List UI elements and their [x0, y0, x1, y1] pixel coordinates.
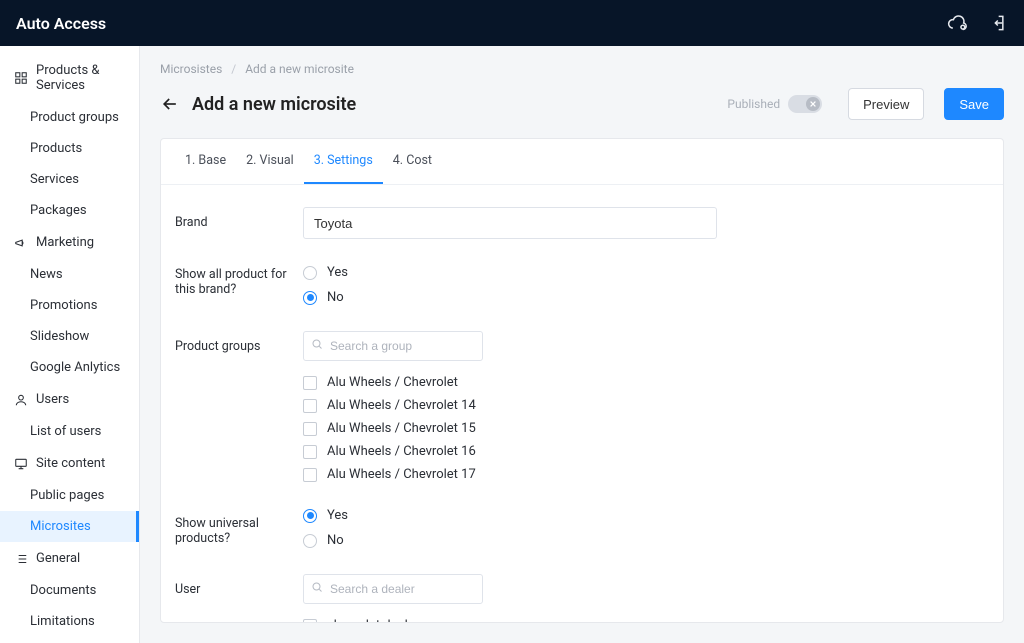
- row-universal: Show universal products? Yes No: [161, 508, 1003, 548]
- nav-group[interactable]: Marketing: [0, 226, 139, 259]
- checkbox-icon: [303, 468, 317, 482]
- radio-icon: [303, 266, 317, 280]
- nav-item[interactable]: Products: [0, 133, 139, 164]
- radio-icon: [303, 291, 317, 305]
- content-panel: 1. Base2. Visual3. Settings4. Cost Brand…: [160, 138, 1004, 623]
- breadcrumb-current: Add a new microsite: [245, 62, 354, 76]
- radio-option[interactable]: Yes: [303, 508, 863, 523]
- exit-icon[interactable]: [986, 12, 1008, 34]
- checkbox-option[interactable]: Alu Wheels / Chevrolet 16: [303, 444, 863, 459]
- tabs: 1. Base2. Visual3. Settings4. Cost: [161, 139, 1003, 185]
- group-search-input[interactable]: [303, 331, 483, 361]
- breadcrumb-parent[interactable]: Microsistes: [160, 62, 222, 76]
- checkbox-icon: [303, 619, 317, 623]
- nav-item[interactable]: Product groups: [0, 102, 139, 133]
- label-user: User: [175, 574, 303, 597]
- radio-icon: [303, 509, 317, 523]
- nav-item[interactable]: List of users: [0, 416, 139, 447]
- nav-item[interactable]: Promotions: [0, 290, 139, 321]
- nav-item[interactable]: News: [0, 259, 139, 290]
- main-column: Microsistes / Add a new microsite Add a …: [140, 46, 1024, 643]
- published-toggle[interactable]: [788, 95, 822, 113]
- checkbox-label: Alu Wheels / Chevrolet 16: [327, 444, 476, 459]
- nav-item[interactable]: Documents: [0, 575, 139, 606]
- radio-label: No: [327, 290, 344, 305]
- nav-item[interactable]: Public pages: [0, 480, 139, 511]
- radio-option[interactable]: Yes: [303, 265, 863, 280]
- user-search-input[interactable]: [303, 574, 483, 604]
- checkbox-label: chevrolet dealer: [327, 618, 419, 622]
- nav-item[interactable]: Colours: [0, 637, 139, 643]
- tab[interactable]: 3. Settings: [304, 139, 383, 184]
- radio-option[interactable]: No: [303, 290, 863, 305]
- checkbox-icon: [303, 399, 317, 413]
- checkbox-icon: [303, 445, 317, 459]
- checkbox-option[interactable]: Alu Wheels / Chevrolet: [303, 375, 863, 390]
- radio-label: Yes: [327, 508, 348, 523]
- search-icon: [311, 338, 323, 354]
- publish-toggle-block: Published: [727, 95, 822, 113]
- row-brand: Brand: [161, 207, 1003, 239]
- checkbox-option[interactable]: Alu Wheels / Chevrolet 15: [303, 421, 863, 436]
- checkbox-option[interactable]: Alu Wheels / Chevrolet 14: [303, 398, 863, 413]
- row-product-groups: Product groups Alu Wheels / Chevrolet Alu…: [161, 331, 1003, 482]
- checkbox-icon: [303, 376, 317, 390]
- cloud-icon[interactable]: [946, 12, 968, 34]
- breadcrumb-sep: /: [231, 62, 236, 76]
- top-bar: Auto Access: [0, 0, 1024, 46]
- nav-item[interactable]: Limitations: [0, 606, 139, 637]
- label-brand: Brand: [175, 207, 303, 230]
- checkbox-label: Alu Wheels / Chevrolet 15: [327, 421, 476, 436]
- nav-item[interactable]: Microsites: [0, 511, 139, 542]
- breadcrumb: Microsistes / Add a new microsite: [140, 46, 1024, 84]
- radio-label: No: [327, 533, 344, 548]
- tab[interactable]: 2. Visual: [236, 139, 304, 184]
- checkbox-label: Alu Wheels / Chevrolet 14: [327, 398, 476, 413]
- checkbox-option[interactable]: chevrolet dealer: [303, 618, 863, 622]
- row-show-all: Show all product for this brand? Yes No: [161, 265, 1003, 305]
- nav-group[interactable]: Users: [0, 383, 139, 416]
- checkbox-option[interactable]: Alu Wheels / Chevrolet 17: [303, 467, 863, 482]
- nav-group[interactable]: General: [0, 542, 139, 575]
- published-label: Published: [727, 97, 780, 111]
- brand-input[interactable]: [303, 207, 717, 239]
- label-product-groups: Product groups: [175, 331, 303, 354]
- nav-item[interactable]: Google Anlytics: [0, 352, 139, 383]
- nav-group[interactable]: Products & Services: [0, 54, 139, 102]
- row-user: User chevrolet dealerchevrolet importerc…: [161, 574, 1003, 622]
- nav-item[interactable]: Packages: [0, 195, 139, 226]
- checkbox-icon: [303, 422, 317, 436]
- label-universal: Show universal products?: [175, 508, 303, 546]
- radio-icon: [303, 534, 317, 548]
- app-title: Auto Access: [16, 14, 106, 33]
- checkbox-label: Alu Wheels / Chevrolet: [327, 375, 458, 390]
- form-area: Brand Show all product for this brand? Y…: [161, 185, 1003, 622]
- tab[interactable]: 4. Cost: [383, 139, 442, 184]
- tab[interactable]: 1. Base: [175, 139, 236, 184]
- search-icon: [311, 581, 323, 597]
- radio-option[interactable]: No: [303, 533, 863, 548]
- nav-item[interactable]: Services: [0, 164, 139, 195]
- nav-item[interactable]: Slideshow: [0, 321, 139, 352]
- label-show-all: Show all product for this brand?: [175, 265, 303, 297]
- save-button[interactable]: Save: [944, 88, 1004, 120]
- checkbox-label: Alu Wheels / Chevrolet 17: [327, 467, 476, 482]
- preview-button[interactable]: Preview: [848, 88, 924, 120]
- page-title: Add a new microsite: [192, 94, 356, 115]
- nav-group[interactable]: Site content: [0, 447, 139, 480]
- back-arrow-icon[interactable]: [160, 94, 180, 114]
- sidebar: Products & ServicesProduct groupsProduct…: [0, 46, 140, 643]
- radio-label: Yes: [327, 265, 348, 280]
- title-bar: Add a new microsite Published Preview Sa…: [140, 84, 1024, 138]
